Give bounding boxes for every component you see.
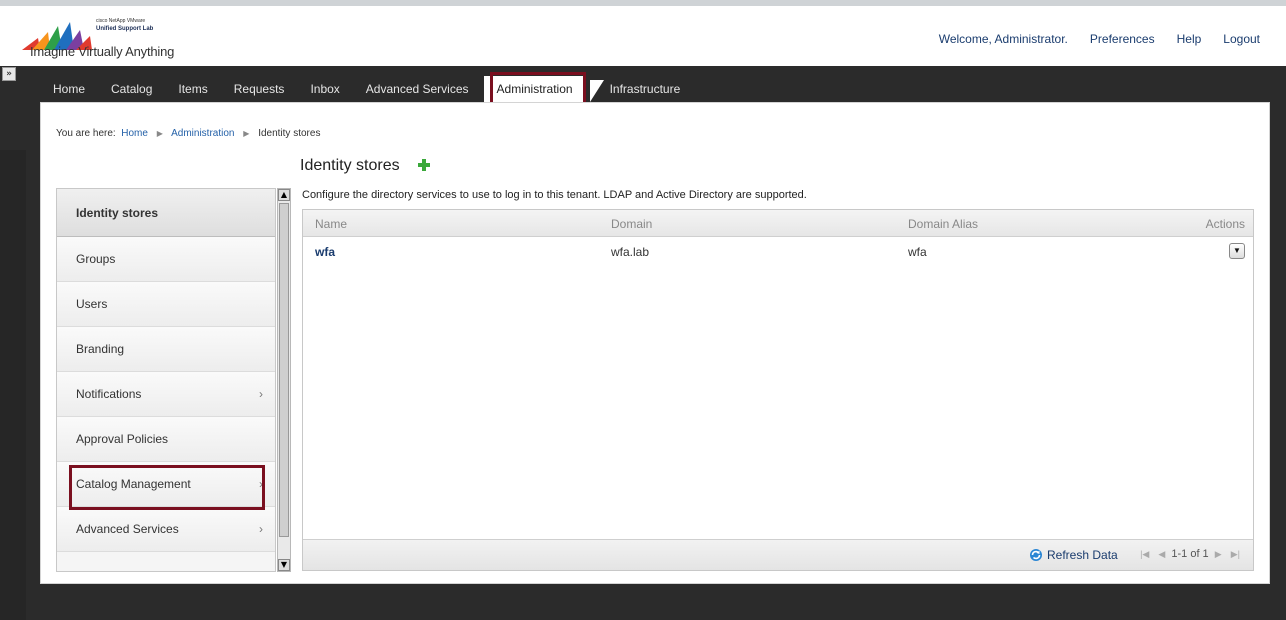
column-header-name[interactable]: Name [315, 217, 347, 231]
first-page-icon[interactable]: |◀ [1140, 549, 1149, 559]
preferences-link[interactable]: Preferences [1090, 32, 1155, 46]
sidebar-item-advanced-services[interactable]: Advanced Services › [57, 507, 275, 552]
table-header: Name Domain Domain Alias Actions [303, 210, 1253, 237]
refresh-data-button[interactable]: Refresh Data [1029, 548, 1118, 562]
tab-requests[interactable]: Requests [221, 76, 298, 102]
sidebar-item-label: Catalog Management [76, 477, 191, 491]
expand-panel-button[interactable]: » [2, 67, 16, 81]
table-row: wfa wfa.lab wfa ▼ [303, 237, 1253, 267]
sidebar-item-label: Advanced Services [76, 522, 179, 536]
tab-catalog[interactable]: Catalog [98, 76, 165, 102]
row-domain-alias: wfa [908, 245, 927, 259]
tab-advanced-services[interactable]: Advanced Services [353, 76, 482, 102]
user-menu: Welcome, Administrator. Preferences Help… [917, 32, 1260, 46]
page-title: Identity stores [300, 157, 400, 174]
sidebar-item-label: Approval Policies [76, 432, 169, 446]
tab-items[interactable]: Items [165, 76, 220, 102]
row-name-link[interactable]: wfa [315, 245, 335, 259]
column-header-domain[interactable]: Domain [611, 217, 652, 231]
sidebar-item-branding[interactable]: Branding [57, 327, 275, 372]
lab-name: Unified Support Lab [96, 26, 154, 32]
sidebar-item-groups[interactable]: Groups [57, 237, 275, 282]
sidebar-item-notifications[interactable]: Notifications › [57, 372, 275, 417]
left-strip [0, 150, 26, 620]
breadcrumb-separator-icon: ▶ [243, 129, 250, 138]
help-link[interactable]: Help [1177, 32, 1202, 46]
sidebar-item-label: Notifications [76, 387, 142, 401]
tab-inbox[interactable]: Inbox [297, 76, 352, 102]
sidebar-item-label: Identity stores [76, 206, 159, 220]
breadcrumb-prefix: You are here: [56, 128, 116, 139]
logo-tagline: Imagine Virtually Anything [30, 44, 175, 59]
chevron-right-icon: › [259, 522, 263, 536]
top-header: cisco NetApp VMware Unified Support Lab … [0, 0, 1286, 66]
breadcrumb-separator-icon: ▶ [156, 129, 163, 138]
chevron-right-icon: › [259, 477, 263, 491]
column-header-domain-alias[interactable]: Domain Alias [908, 217, 978, 231]
identity-stores-table: Name Domain Domain Alias Actions wfa wfa… [302, 209, 1254, 571]
tab-notch [590, 80, 604, 102]
pagination: |◀ ◀ 1-1 of 1 ▶ ▶| [1137, 548, 1243, 560]
content-panel: You are here: Home ▶ Administration ▶ Id… [40, 102, 1270, 584]
row-domain: wfa.lab [611, 245, 650, 259]
admin-sidebar: Identity stores Groups Users Branding No… [56, 188, 276, 572]
sidebar-item-identity-stores[interactable]: Identity stores [57, 189, 275, 237]
breadcrumb-current: Identity stores [258, 128, 321, 139]
breadcrumb-home[interactable]: Home [121, 128, 148, 139]
last-page-icon[interactable]: ▶| [1231, 549, 1240, 559]
sidebar-item-label: Users [76, 297, 108, 311]
add-icon[interactable] [418, 159, 430, 171]
next-page-icon[interactable]: ▶ [1215, 549, 1222, 559]
column-header-actions: Actions [1205, 217, 1245, 231]
table-footer: Refresh Data |◀ ◀ 1-1 of 1 ▶ ▶| [303, 539, 1253, 570]
scroll-down-arrow-icon[interactable]: ▼ [278, 559, 290, 571]
breadcrumb-administration[interactable]: Administration [171, 128, 234, 139]
tab-administration[interactable]: Administration [483, 76, 586, 102]
sidebar-item-label: Branding [76, 342, 125, 356]
sidebar-scrollbar[interactable]: ▲ ▼ [277, 188, 291, 572]
logout-link[interactable]: Logout [1223, 32, 1260, 46]
partner-brands: cisco NetApp VMware [96, 18, 146, 24]
sidebar-item-approval-policies[interactable]: Approval Policies [57, 417, 275, 462]
scrollbar-thumb[interactable] [279, 203, 289, 537]
sidebar-item-catalog-management[interactable]: Catalog Management › [57, 462, 275, 507]
refresh-icon [1030, 549, 1042, 561]
sidebar-item-label: Groups [76, 252, 116, 266]
page-range: 1-1 of 1 [1171, 548, 1209, 560]
breadcrumb: You are here: Home ▶ Administration ▶ Id… [56, 128, 320, 139]
sidebar-item-users[interactable]: Users [57, 282, 275, 327]
welcome-text: Welcome, Administrator. [938, 32, 1068, 46]
scroll-up-arrow-icon[interactable]: ▲ [278, 189, 290, 201]
chevron-right-icon: › [259, 387, 263, 401]
refresh-label: Refresh Data [1047, 548, 1118, 562]
tab-home[interactable]: Home [40, 76, 98, 102]
prev-page-icon[interactable]: ◀ [1158, 549, 1165, 559]
page-description: Configure the directory services to use … [302, 189, 807, 201]
row-actions-dropdown-icon[interactable]: ▼ [1229, 243, 1245, 259]
